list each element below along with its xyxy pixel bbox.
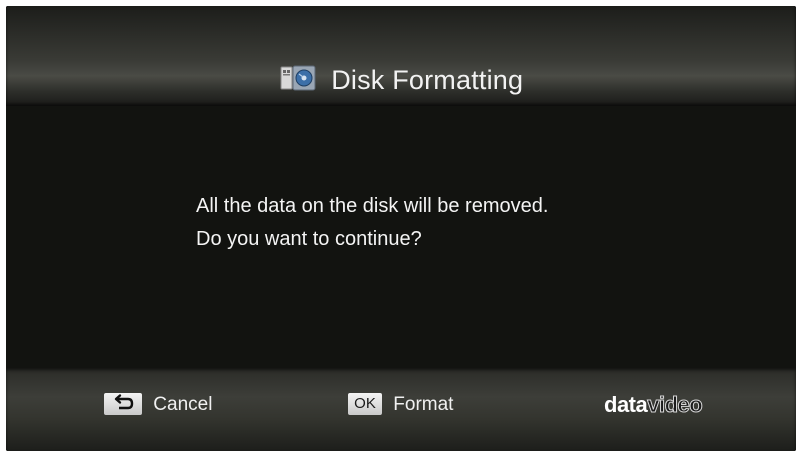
title-row: Disk Formatting [6, 62, 796, 98]
ok-key: OK [348, 393, 382, 415]
message-line-2: Do you want to continue? [196, 228, 422, 250]
logo-part-2: video [647, 392, 703, 418]
dialog-title: Disk Formatting [331, 65, 524, 95]
logo-part-1: data [604, 392, 648, 417]
dialog-screen: Disk Formatting All the data on the disk… [6, 6, 796, 451]
footer-bar: Cancel OK Format datavideo [6, 368, 796, 451]
title-bar: Disk Formatting [6, 6, 796, 106]
cancel-label: Cancel [153, 394, 213, 415]
confirmation-message: All the data on the disk will be removed… [196, 190, 548, 256]
dialog-body: All the data on the disk will be removed… [6, 106, 796, 368]
datavideo-logo: datavideo [604, 390, 703, 420]
back-arrow-icon [104, 393, 142, 415]
format-button[interactable]: OK Format [348, 392, 453, 418]
cancel-button[interactable]: Cancel [104, 392, 212, 418]
disk-format-icon [279, 63, 321, 93]
format-label: Format [393, 394, 454, 415]
message-line-1: All the data on the disk will be removed… [196, 195, 549, 217]
